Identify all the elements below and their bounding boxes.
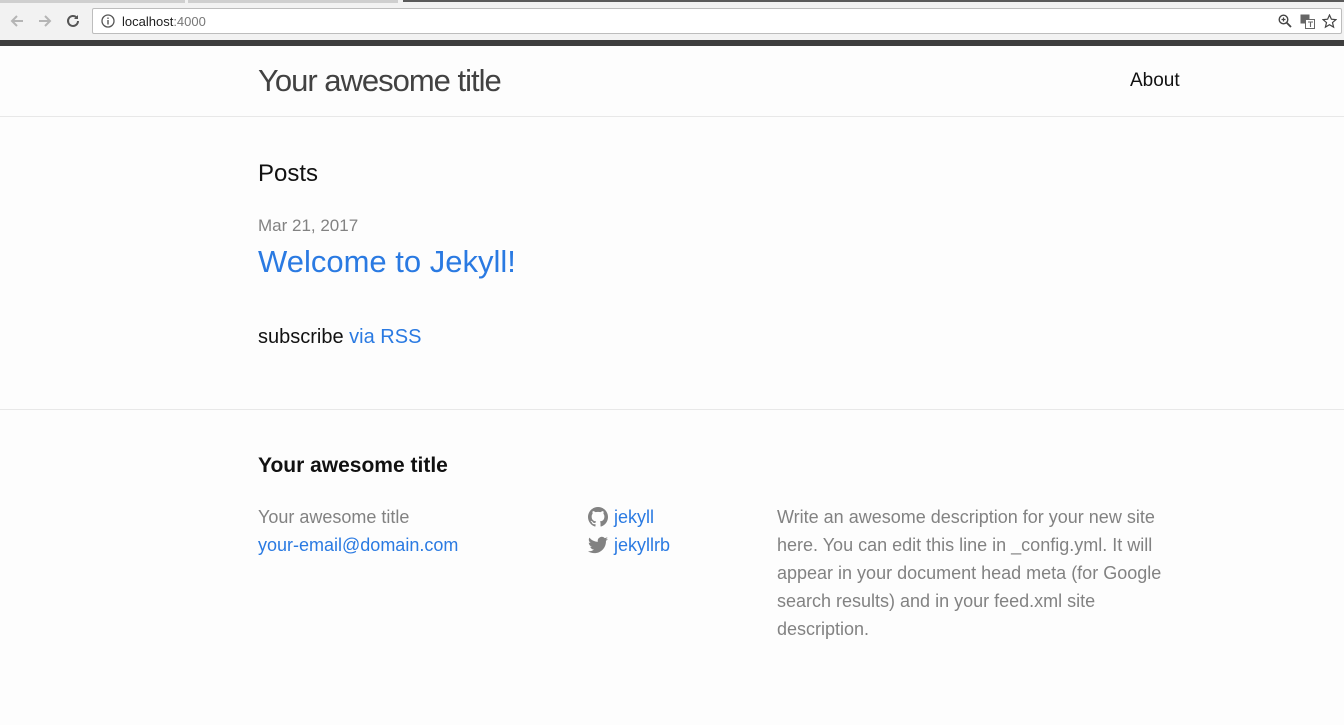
address-bar[interactable]: localhost:4000 (92, 8, 1342, 34)
site-title-link[interactable]: Your awesome title (258, 63, 502, 99)
footer-email-link[interactable]: your-email@domain.com (258, 531, 458, 559)
site-description: Write an awesome description for your ne… (777, 507, 1162, 639)
github-icon (588, 507, 608, 527)
bookmark-star-icon[interactable] (1321, 13, 1337, 29)
info-icon[interactable] (101, 14, 115, 28)
github-link[interactable]: jekyll (588, 503, 670, 531)
url-host: localhost (122, 14, 174, 29)
github-username: jekyll (614, 507, 655, 527)
footer-contact: Your awesome title your-email@domain.com (258, 503, 458, 559)
arrow-left-icon (10, 15, 23, 27)
footer-social: jekyll jekyllrb (588, 503, 670, 559)
back-button[interactable] (6, 10, 28, 32)
site-header: Your awesome title About (0, 46, 1344, 117)
tab-strip-background (403, 0, 1344, 2)
tab-edge-left (0, 0, 185, 3)
zoom-icon[interactable] (1277, 13, 1293, 29)
url-text: localhost:4000 (122, 14, 206, 29)
forward-button[interactable] (34, 10, 56, 32)
tab-strip (0, 0, 1344, 4)
subscribe-line: subscribe via RSS (258, 326, 421, 349)
twitter-username: jekyllrb (614, 535, 671, 555)
tab-edge-right (188, 0, 398, 3)
nav-about-link[interactable]: About (1130, 70, 1180, 92)
posts-heading: Posts (258, 160, 319, 187)
address-bar-actions (1277, 13, 1337, 29)
subscribe-label: subscribe (258, 326, 344, 348)
footer-site-name: Your awesome title (258, 507, 410, 527)
reload-button[interactable] (62, 10, 84, 32)
footer-heading: Your awesome title (258, 454, 448, 477)
reload-icon (67, 14, 79, 27)
twitter-link[interactable]: jekyllrb (588, 531, 670, 559)
site-footer: Your awesome title Your awesome title yo… (0, 409, 1344, 725)
arrow-right-icon (39, 15, 52, 27)
translate-icon[interactable] (1299, 13, 1315, 29)
url-port: :4000 (173, 14, 206, 29)
post-title-link[interactable]: Welcome to Jekyll! (258, 244, 516, 280)
rss-link[interactable]: via RSS (349, 326, 421, 348)
post-date: Mar 21, 2017 (258, 216, 359, 235)
twitter-icon (588, 536, 608, 554)
browser-toolbar: localhost:4000 (0, 0, 1344, 46)
